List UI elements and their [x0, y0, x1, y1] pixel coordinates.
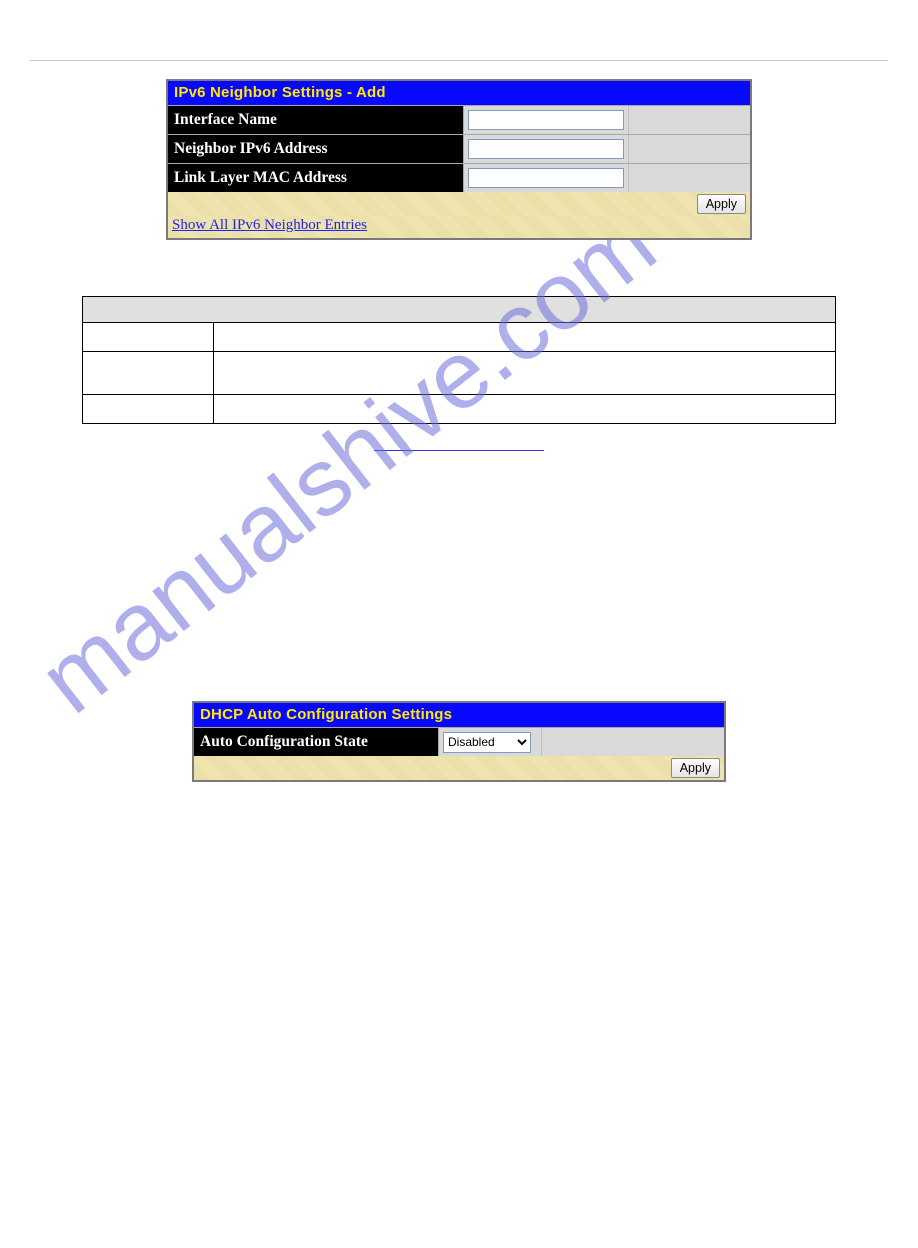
input-link-mac[interactable] — [468, 168, 624, 188]
parameter-table — [82, 296, 836, 424]
panel1-apply-button[interactable]: Apply — [697, 194, 746, 214]
input-interface-name[interactable] — [468, 110, 624, 130]
label-link-mac: Link Layer MAC Address — [168, 164, 463, 192]
dhcp-auto-config-panel: DHCP Auto Configuration Settings Auto Co… — [192, 701, 726, 782]
table-r2c1 — [83, 352, 214, 395]
row-interface-name: Interface Name — [168, 105, 750, 134]
table-r1c1 — [83, 323, 214, 352]
table-r1c2 — [214, 323, 836, 352]
field-link-mac — [463, 164, 628, 192]
field-neighbor-ipv6 — [463, 135, 628, 163]
field-interface-name — [463, 106, 628, 134]
panel1-link-row: Show All IPv6 Neighbor Entries — [168, 216, 750, 238]
show-all-ipv6-neighbor-link[interactable]: Show All IPv6 Neighbor Entries — [172, 217, 367, 233]
row-auto-config-state: Auto Configuration State Disabled — [194, 727, 724, 756]
input-neighbor-ipv6[interactable] — [468, 139, 624, 159]
table-header — [83, 297, 836, 323]
table-r3c2 — [214, 395, 836, 424]
table-r2c2 — [214, 352, 836, 395]
panel2-apply-button[interactable]: Apply — [671, 758, 720, 778]
row-neighbor-ipv6: Neighbor IPv6 Address — [168, 134, 750, 163]
row-link-mac: Link Layer MAC Address — [168, 163, 750, 192]
panel1-apply-row: Apply — [168, 192, 750, 216]
field-auto-config-state: Disabled — [438, 728, 541, 756]
label-interface-name: Interface Name — [168, 106, 463, 134]
top-rule — [30, 60, 888, 61]
panel2-title: DHCP Auto Configuration Settings — [194, 703, 724, 727]
ipv6-neighbor-add-panel: IPv6 Neighbor Settings - Add Interface N… — [166, 79, 752, 240]
panel1-title: IPv6 Neighbor Settings - Add — [168, 81, 750, 105]
table-r3c1 — [83, 395, 214, 424]
panel2-apply-row: Apply — [194, 756, 724, 780]
label-auto-config-state: Auto Configuration State — [194, 728, 438, 756]
label-neighbor-ipv6: Neighbor IPv6 Address — [168, 135, 463, 163]
select-auto-config-state[interactable]: Disabled — [443, 732, 531, 753]
